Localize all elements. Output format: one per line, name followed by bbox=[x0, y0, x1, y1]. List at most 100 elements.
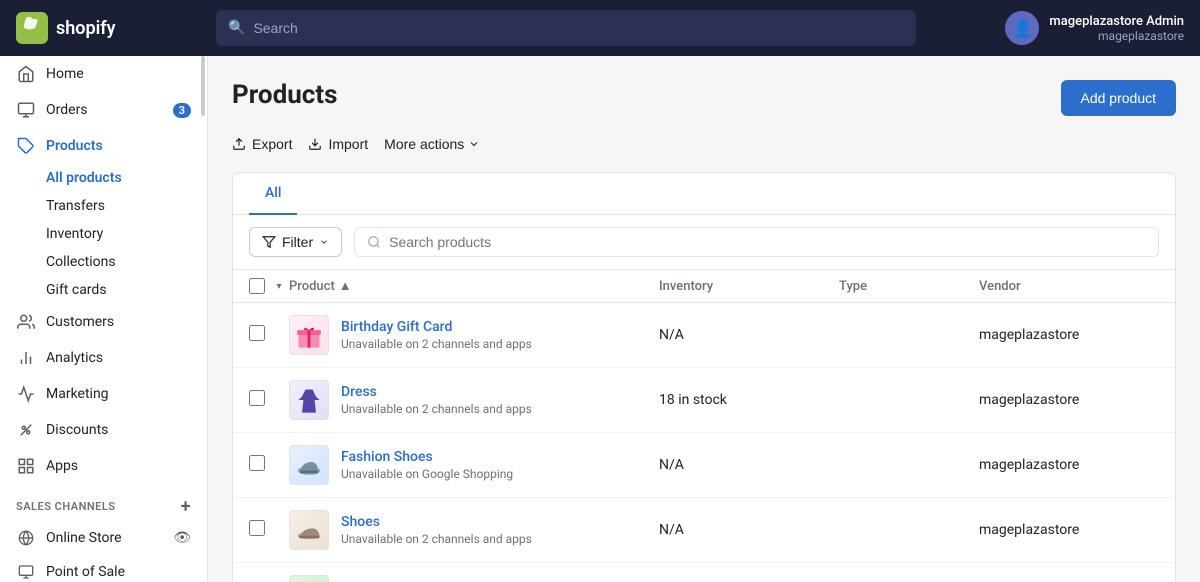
top-navigation: shopify 🔍 👤 mageplazastore Admin magepla… bbox=[0, 0, 1200, 56]
table-row: Shoes Unavailable on 2 channels and apps… bbox=[233, 498, 1175, 563]
user-menu[interactable]: 👤 mageplazastore Admin mageplazastore bbox=[1005, 11, 1184, 45]
table-row: Unlimited - Short Sleeve T-shirt bbox=[233, 563, 1175, 582]
product-thumbnail bbox=[289, 315, 329, 355]
user-store: mageplazastore bbox=[1049, 29, 1184, 43]
row-vendor-cell: mageplazastore bbox=[979, 327, 1159, 343]
sidebar-item-collections[interactable]: Collections bbox=[0, 248, 207, 276]
row-inventory-cell: 18 in stock bbox=[659, 392, 839, 408]
filter-label: Filter bbox=[282, 234, 313, 250]
sidebar-item-gift-cards[interactable]: Gift cards bbox=[0, 276, 207, 304]
sales-channels-label: SALES CHANNELS bbox=[16, 500, 116, 513]
th-product-label: Product bbox=[289, 279, 335, 294]
th-vendor: Vendor bbox=[979, 279, 1159, 294]
more-actions-button[interactable]: More actions bbox=[384, 136, 480, 152]
export-button[interactable]: Export bbox=[232, 132, 292, 156]
row-checkbox-cell bbox=[249, 390, 289, 410]
product-status: Unavailable on 2 channels and apps bbox=[341, 532, 532, 546]
home-icon bbox=[16, 64, 36, 84]
th-type: Type bbox=[839, 279, 979, 294]
logo-text: shopify bbox=[56, 18, 116, 39]
product-info: Shoes Unavailable on 2 channels and apps bbox=[341, 514, 532, 546]
th-type-label: Type bbox=[839, 279, 867, 294]
th-inventory-label: Inventory bbox=[659, 279, 713, 294]
table-row: Dress Unavailable on 2 channels and apps… bbox=[233, 368, 1175, 433]
search-bar[interactable]: 🔍 bbox=[216, 10, 916, 46]
products-card: All Filter ▾ Product ▲ bbox=[232, 172, 1176, 582]
product-name[interactable]: Fashion Shoes bbox=[341, 449, 513, 465]
search-products-input[interactable] bbox=[389, 234, 1146, 250]
sidebar-item-transfers[interactable]: Transfers bbox=[0, 192, 207, 220]
export-icon bbox=[232, 137, 246, 151]
products-icon bbox=[16, 136, 36, 156]
user-name: mageplazastore Admin bbox=[1049, 14, 1184, 29]
apps-label: Apps bbox=[46, 458, 78, 474]
row-product-cell: Birthday Gift Card Unavailable on 2 chan… bbox=[289, 315, 659, 355]
filter-icon bbox=[262, 235, 276, 249]
online-store-icon bbox=[16, 528, 36, 548]
row-checkbox-cell bbox=[249, 520, 289, 540]
sidebar-item-analytics[interactable]: Analytics bbox=[0, 340, 207, 376]
search-products-bar[interactable] bbox=[354, 227, 1159, 257]
row-checkbox[interactable] bbox=[249, 325, 265, 341]
add-product-button[interactable]: Add product bbox=[1061, 80, 1177, 116]
search-input[interactable] bbox=[253, 20, 904, 36]
search-icon: 🔍 bbox=[228, 20, 245, 36]
apps-icon bbox=[16, 456, 36, 476]
checkbox-dropdown[interactable]: ▾ bbox=[271, 278, 287, 294]
sidebar-item-apps[interactable]: Apps bbox=[0, 448, 207, 484]
sidebar-item-discounts[interactable]: Discounts bbox=[0, 412, 207, 448]
row-inventory-cell: N/A bbox=[659, 327, 839, 343]
import-button[interactable]: Import bbox=[308, 132, 368, 156]
chevron-down-icon bbox=[468, 138, 480, 150]
collections-label: Collections bbox=[46, 254, 116, 270]
sort-asc-icon: ▲ bbox=[339, 278, 352, 294]
sidebar-item-point-of-sale[interactable]: Point of Sale bbox=[0, 555, 207, 582]
sidebar-item-home[interactable]: Home bbox=[0, 56, 207, 92]
product-status: Unavailable on Google Shopping bbox=[341, 467, 513, 481]
sidebar-item-marketing[interactable]: Marketing bbox=[0, 376, 207, 412]
row-checkbox[interactable] bbox=[249, 520, 265, 536]
row-checkbox[interactable] bbox=[249, 390, 265, 406]
orders-icon bbox=[16, 100, 36, 120]
row-product-cell: Fashion Shoes Unavailable on Google Shop… bbox=[289, 445, 659, 485]
product-thumbnail bbox=[289, 510, 329, 550]
import-icon bbox=[308, 137, 322, 151]
tab-all[interactable]: All bbox=[249, 173, 297, 215]
sidebar-item-orders[interactable]: Orders 3 bbox=[0, 92, 207, 128]
page-header: Products Add product bbox=[232, 80, 1176, 116]
th-product[interactable]: Product ▲ bbox=[289, 278, 659, 294]
sidebar-item-all-products[interactable]: All products bbox=[0, 164, 207, 192]
product-name[interactable]: Dress bbox=[341, 384, 532, 400]
product-info: Dress Unavailable on 2 channels and apps bbox=[341, 384, 532, 416]
row-checkbox[interactable] bbox=[249, 455, 265, 471]
product-name[interactable]: Shoes bbox=[341, 514, 532, 530]
add-sales-channel-button[interactable]: + bbox=[181, 496, 191, 517]
main-content: Products Add product Export Import More … bbox=[208, 56, 1200, 582]
sidebar-item-inventory[interactable]: Inventory bbox=[0, 220, 207, 248]
sales-channels-header: SALES CHANNELS + bbox=[0, 484, 207, 521]
transfers-label: Transfers bbox=[46, 198, 105, 214]
sidebar-item-online-store[interactable]: Online Store 👁 bbox=[0, 521, 207, 555]
product-name[interactable]: Birthday Gift Card bbox=[341, 319, 532, 335]
filter-button[interactable]: Filter bbox=[249, 227, 342, 257]
analytics-label: Analytics bbox=[46, 350, 103, 366]
sidebar-item-products[interactable]: Products bbox=[0, 128, 207, 164]
online-store-eye-icon[interactable]: 👁 bbox=[173, 530, 191, 546]
marketing-label: Marketing bbox=[46, 386, 109, 402]
row-vendor-cell: mageplazastore bbox=[979, 522, 1159, 538]
row-product-cell: Dress Unavailable on 2 channels and apps bbox=[289, 380, 659, 420]
product-thumbnail bbox=[289, 575, 329, 582]
filters-row: Filter bbox=[233, 215, 1175, 270]
discounts-icon bbox=[16, 420, 36, 440]
sidebar-item-customers[interactable]: Customers bbox=[0, 304, 207, 340]
select-all-checkbox[interactable] bbox=[249, 278, 265, 294]
export-label: Export bbox=[252, 136, 292, 152]
table-row: Birthday Gift Card Unavailable on 2 chan… bbox=[233, 303, 1175, 368]
home-label: Home bbox=[46, 66, 84, 82]
customers-label: Customers bbox=[46, 314, 114, 330]
logo[interactable]: shopify bbox=[16, 12, 216, 44]
product-thumbnail bbox=[289, 380, 329, 420]
tabs: All bbox=[233, 173, 1175, 215]
gift-cards-label: Gift cards bbox=[46, 282, 107, 298]
product-status: Unavailable on 2 channels and apps bbox=[341, 402, 532, 416]
